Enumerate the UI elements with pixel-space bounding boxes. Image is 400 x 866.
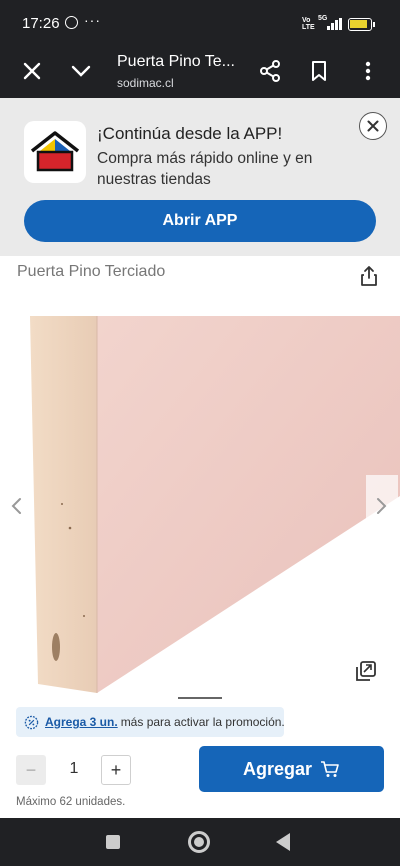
add-to-cart-label: Agregar bbox=[242, 758, 313, 779]
carousel-next-icon[interactable] bbox=[366, 475, 398, 537]
browser-toolbar: Puerta Pino Te... sodimac.cl bbox=[0, 44, 400, 98]
more-notifications-icon: ··· bbox=[84, 12, 101, 28]
cart-icon bbox=[321, 761, 339, 777]
discount-badge-icon bbox=[24, 715, 39, 729]
promotion-banner: Agrega 3 un. más para activar la promoci… bbox=[16, 707, 285, 737]
share-product-icon[interactable] bbox=[357, 264, 381, 288]
bookmark-icon[interactable] bbox=[305, 57, 333, 85]
house-logo-icon bbox=[30, 131, 80, 172]
max-units-note: Máximo 62 unidades. bbox=[16, 796, 126, 808]
network-type: 5G bbox=[318, 15, 328, 22]
banner-text: Compra más rápido online y en nuestras t… bbox=[97, 150, 313, 188]
close-icon bbox=[367, 120, 379, 132]
open-app-button[interactable]: Abrir APP bbox=[24, 200, 376, 242]
compare-icon[interactable] bbox=[352, 659, 378, 685]
banner-close-button[interactable] bbox=[359, 112, 387, 140]
add-to-cart-button[interactable]: Agregar bbox=[199, 746, 384, 792]
battery-icon bbox=[348, 18, 375, 31]
carousel-indicator bbox=[178, 697, 222, 699]
product-image[interactable] bbox=[0, 316, 400, 700]
app-banner: ¡Continúa desde la APP! Compra más rápid… bbox=[0, 98, 400, 256]
page-url: sodimac.cl bbox=[117, 76, 174, 90]
quantity-increase-button[interactable]: + bbox=[101, 755, 131, 785]
status-time: 17:26 bbox=[22, 15, 60, 32]
page-title: Puerta Pino Te... bbox=[117, 53, 235, 70]
back-button[interactable] bbox=[276, 833, 290, 851]
home-button[interactable] bbox=[188, 831, 210, 853]
whatsapp-icon bbox=[65, 16, 78, 29]
quantity-decrease-button[interactable]: − bbox=[16, 755, 46, 785]
recents-button[interactable] bbox=[106, 835, 120, 849]
signal-icon bbox=[327, 18, 343, 30]
chevron-down-icon[interactable] bbox=[67, 57, 95, 85]
sodimac-app-logo bbox=[24, 121, 86, 183]
status-bar: 17:26 ··· Vo LTE 5G bbox=[0, 0, 400, 44]
more-vert-icon[interactable] bbox=[354, 57, 382, 85]
product-title: Puerta Pino Terciado bbox=[17, 263, 166, 280]
promotion-link[interactable]: Agrega 3 un. bbox=[45, 715, 118, 729]
banner-heading: ¡Continúa desde la APP! bbox=[97, 124, 283, 143]
carousel-prev-icon[interactable] bbox=[0, 475, 32, 537]
quantity-value[interactable]: 1 bbox=[60, 760, 88, 778]
volte-indicator: Vo LTE bbox=[302, 17, 315, 31]
close-icon[interactable] bbox=[18, 57, 46, 85]
promotion-text: más para activar la promoción. bbox=[120, 715, 285, 729]
share-icon[interactable] bbox=[256, 57, 284, 85]
